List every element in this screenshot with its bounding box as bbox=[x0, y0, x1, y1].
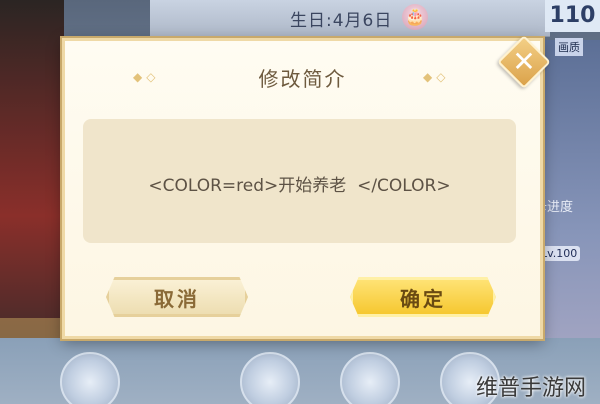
character-portrait bbox=[0, 0, 64, 360]
cake-icon: 🎂 bbox=[402, 4, 428, 30]
bottom-icon-3 bbox=[340, 352, 400, 404]
lv-badge: Lv.100 bbox=[538, 246, 581, 261]
intro-text: <COLOR=red>开始养老 </COLOR> bbox=[148, 176, 451, 196]
dialog-title: 修改简介 bbox=[258, 67, 347, 91]
panel-label: 画质 bbox=[555, 38, 583, 56]
level-value: 110 bbox=[545, 0, 600, 32]
watermark: 维普手游网 bbox=[476, 376, 587, 401]
title-ornament-right-icon: ◆◇ bbox=[423, 70, 450, 84]
birthday-label: 生日:4月6日 bbox=[290, 11, 393, 31]
close-button[interactable]: ✕ bbox=[497, 35, 551, 89]
confirm-button[interactable]: 确定 bbox=[350, 277, 496, 317]
intro-text-field[interactable]: <COLOR=red>开始养老 </COLOR> bbox=[83, 119, 516, 243]
close-icon: ✕ bbox=[512, 45, 536, 78]
bottom-icon-2 bbox=[240, 352, 300, 404]
cancel-button[interactable]: 取消 bbox=[106, 277, 248, 317]
bottom-icon-1 bbox=[60, 352, 120, 404]
edit-profile-dialog: ◆◇ 修改简介 ◆◇ <COLOR=red>开始养老 </COLOR> 取消 确… bbox=[62, 38, 543, 339]
